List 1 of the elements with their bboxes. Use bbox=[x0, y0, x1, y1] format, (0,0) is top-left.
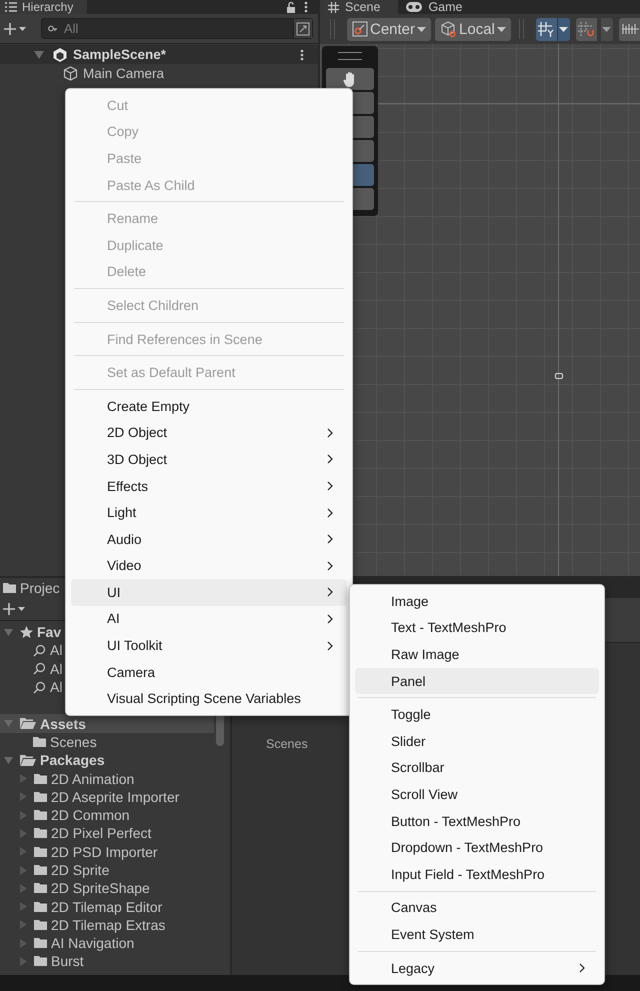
scene-name: SampleScene* bbox=[73, 47, 166, 62]
